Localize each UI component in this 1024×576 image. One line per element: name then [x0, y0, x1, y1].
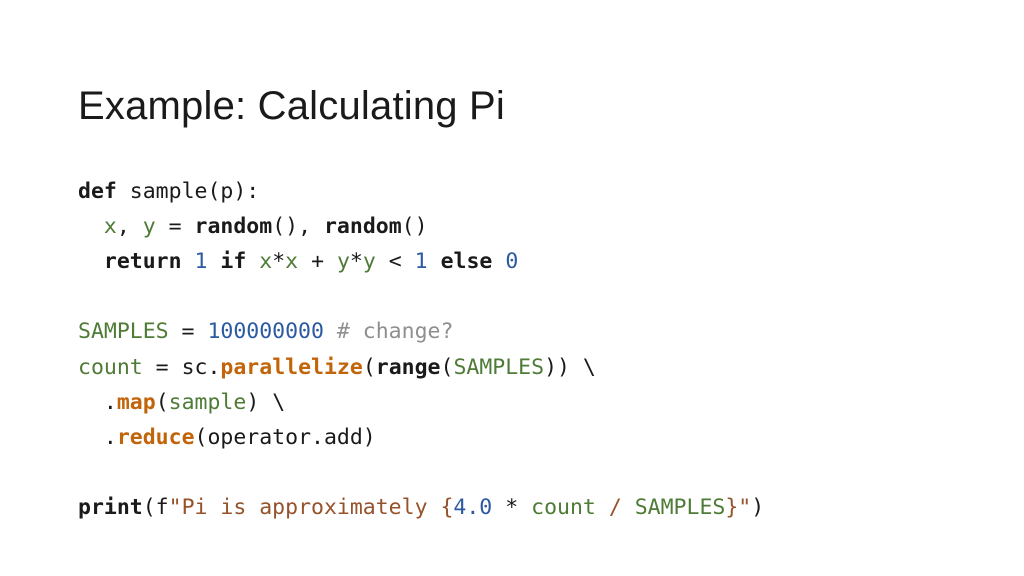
code-token: () — [401, 213, 428, 239]
code-token: (operator.add) — [194, 424, 376, 450]
code-token: * — [272, 248, 286, 274]
code-token: 1 — [414, 248, 428, 274]
code-token: sc. — [181, 354, 221, 380]
code-token: , — [116, 213, 143, 239]
page-title: Example: Calculating Pi — [78, 83, 506, 128]
code-line: return 1 if x*x + y*y < 1 else 0 — [78, 244, 764, 279]
code-token: random — [194, 213, 273, 239]
code-token: 4.0 — [453, 495, 493, 521]
code-token: * — [505, 495, 519, 521]
code-token: x — [285, 248, 299, 274]
code-token: count — [78, 354, 143, 380]
code-token: reduce — [116, 424, 195, 450]
code-token: (p): — [207, 178, 260, 204]
code-token: parallelize — [220, 354, 363, 380]
code-line: .map(sample) \ — [78, 385, 764, 420]
code-token: return — [103, 248, 182, 274]
code-token: * — [349, 248, 363, 274]
code-token: sample — [168, 389, 247, 415]
code-token: } — [725, 495, 739, 521]
code-token: 100000000 — [207, 319, 324, 345]
code-token: (), — [272, 213, 324, 239]
code-token: = — [168, 319, 208, 345]
code-token: { — [440, 495, 454, 521]
code-token: 0 — [505, 248, 519, 274]
code-token: else — [440, 248, 493, 274]
code-block: def sample(p): x, y = random(), random()… — [78, 174, 764, 526]
code-line: .reduce(operator.add) — [78, 420, 764, 455]
code-line: print(f"Pi is approximately {4.0 * count… — [78, 490, 764, 525]
code-token: SAMPLES — [634, 495, 726, 521]
code-token: + — [298, 248, 337, 274]
code-token: SAMPLES — [453, 354, 545, 380]
code-token: / — [608, 495, 622, 521]
code-token: Pi is approximately — [181, 495, 441, 521]
code-token: = — [142, 354, 182, 380]
code-token: . — [78, 424, 117, 450]
code-token: < — [375, 248, 415, 274]
code-content: def sample(p): x, y = random(), random()… — [78, 174, 764, 526]
code-token: ( — [362, 354, 376, 380]
code-token: (f — [142, 495, 169, 521]
code-token: y — [142, 213, 156, 239]
code-token: sample — [129, 178, 208, 204]
code-token: x — [259, 248, 273, 274]
code-token: range — [375, 354, 441, 380]
code-token: ) — [751, 495, 765, 521]
code-line: def sample(p): — [78, 174, 764, 209]
code-token: ( — [155, 389, 169, 415]
code-token: = — [155, 213, 195, 239]
code-token: . — [78, 389, 117, 415]
code-token: map — [116, 389, 156, 415]
code-token: # change? — [336, 319, 454, 345]
code-token: y — [336, 248, 350, 274]
code-line: x, y = random(), random() — [78, 209, 764, 244]
slide: Example: Calculating Pi def sample(p): x… — [0, 0, 1024, 576]
code-token: " — [168, 495, 182, 521]
code-token: def — [78, 178, 117, 204]
code-token: 1 — [194, 248, 208, 274]
code-token: )) \ — [544, 354, 596, 380]
code-token: print — [78, 495, 143, 521]
code-token: ) \ — [246, 389, 286, 415]
code-token: SAMPLES — [78, 319, 169, 345]
code-token: y — [362, 248, 376, 274]
code-token: random — [323, 213, 402, 239]
code-token: ( — [440, 354, 454, 380]
code-token: count — [531, 495, 596, 521]
code-line: count = sc.parallelize(range(SAMPLES)) \ — [78, 350, 764, 385]
code-line: SAMPLES = 100000000 # change? — [78, 314, 764, 349]
code-token: " — [738, 495, 752, 521]
code-token: x — [103, 213, 117, 239]
code-token: if — [220, 248, 247, 274]
